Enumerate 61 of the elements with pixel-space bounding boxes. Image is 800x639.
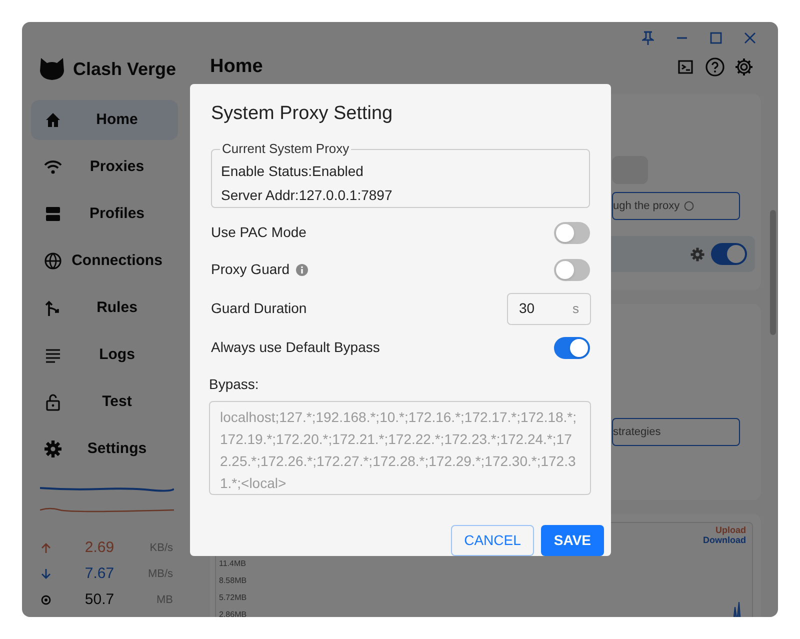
setting-label: Guard Duration bbox=[211, 299, 307, 318]
close-icon[interactable] bbox=[744, 32, 756, 44]
arrow-down-icon bbox=[40, 568, 52, 580]
toggle-switch[interactable] bbox=[554, 336, 590, 358]
axis-label: 8.58MB bbox=[219, 576, 247, 586]
maximize-icon[interactable] bbox=[710, 32, 722, 44]
pin-icon[interactable] bbox=[642, 31, 654, 45]
input-field[interactable]: ugh the proxy bbox=[612, 192, 740, 220]
nav-item[interactable]: Profiles bbox=[31, 194, 178, 234]
legend-label: Download bbox=[703, 535, 746, 545]
info-icon[interactable] bbox=[296, 264, 308, 276]
field-text: strategies bbox=[613, 424, 661, 440]
setting-label: Always use Default Bypass bbox=[211, 338, 380, 357]
nav-item[interactable]: Test bbox=[31, 382, 178, 422]
page-title: Home bbox=[210, 54, 263, 79]
bypass-textarea[interactable]: localhost;127.*;192.168.*;10.*;172.16.*;172.17.*;172.18.*;172.19.*;172.20.*;172.21.*;172.22.*;172.23.*;172.24.*;172.25.*;172.26.*;172.27.*;172.28.*;172.29.*;172.30.*;172.31.*;<local> bbox=[209, 401, 591, 495]
settings-icon[interactable] bbox=[734, 57, 754, 77]
status-text: Server Addr:127.0.0.1:7897 bbox=[221, 186, 394, 204]
gear-icon[interactable] bbox=[690, 246, 705, 262]
cancel-button[interactable]: CANCEL bbox=[451, 525, 534, 556]
branch-arrow-icon bbox=[44, 299, 62, 317]
dialog-title: System Proxy Setting bbox=[211, 102, 394, 126]
lines-icon bbox=[44, 346, 62, 364]
stat-value: 2.69 bbox=[84, 538, 116, 558]
nav-item[interactable]: Rules bbox=[31, 288, 178, 328]
axis-label: 5.72MB bbox=[219, 593, 247, 603]
legend-label: Upload bbox=[716, 525, 746, 535]
lock-icon bbox=[44, 393, 62, 411]
settings-icon bbox=[44, 440, 62, 458]
nav-item[interactable]: Logs bbox=[31, 335, 178, 375]
chip-icon bbox=[40, 594, 52, 606]
bypass-label: Bypass: bbox=[209, 375, 260, 394]
input-field[interactable]: strategies bbox=[612, 418, 740, 446]
axis-label: 2.86MB bbox=[219, 610, 247, 617]
nav-item[interactable]: Connections bbox=[31, 241, 178, 281]
toggle-switch[interactable] bbox=[554, 258, 590, 280]
cat-logo-icon bbox=[39, 57, 65, 81]
home-icon bbox=[44, 111, 62, 129]
unit-label: s bbox=[572, 300, 579, 318]
save-button[interactable]: SAVE bbox=[540, 525, 604, 556]
axis-label: 11.4MB bbox=[219, 559, 247, 569]
scrollbar-thumb[interactable] bbox=[770, 210, 776, 335]
server-icon bbox=[44, 205, 62, 223]
nav-item[interactable]: Settings bbox=[31, 429, 178, 469]
setting-label: Use PAC Mode bbox=[211, 223, 306, 242]
nav-item[interactable]: Proxies bbox=[31, 147, 178, 187]
arrow-up-icon bbox=[40, 542, 52, 554]
toggle-switch[interactable] bbox=[711, 243, 747, 265]
app-title: Clash Verge bbox=[73, 58, 176, 81]
terminal-icon[interactable] bbox=[676, 58, 696, 76]
wifi-icon bbox=[44, 158, 62, 176]
globe-icon bbox=[44, 252, 62, 270]
toggle-switch[interactable] bbox=[554, 222, 590, 244]
status-text: Enable Status:Enabled bbox=[221, 162, 364, 180]
setting-label: Proxy Guard bbox=[211, 260, 290, 279]
stat-value: 7.67 bbox=[84, 564, 116, 584]
nav-item[interactable]: Home bbox=[31, 100, 178, 140]
field-text: ugh the proxy bbox=[613, 198, 680, 214]
stat-value: 50.7 bbox=[84, 590, 116, 610]
duration-field[interactable]: 30 s bbox=[507, 292, 591, 324]
group-legend: Current System Proxy bbox=[220, 140, 352, 156]
